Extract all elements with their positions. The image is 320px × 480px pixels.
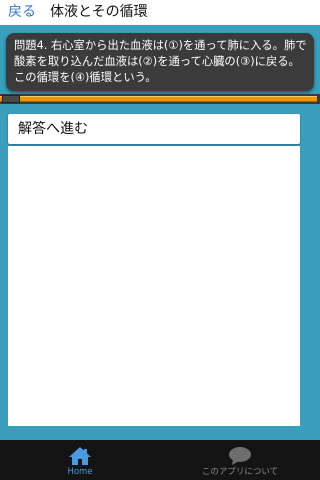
tab-about-label: このアプリについて [201, 467, 279, 477]
progress-bar [0, 94, 320, 104]
back-button[interactable]: 戻る [8, 3, 36, 21]
progress-fill [0, 96, 317, 102]
header-bar: 戻る 体液とその循環 [0, 0, 320, 25]
question-card: 問題4. 右心室から出た血液は(①)を通って肺に入る。肺で酸素を取り込んだ血液は… [6, 33, 314, 91]
page-title: 体液とその循環 [50, 4, 148, 20]
tab-home-label: Home [67, 467, 93, 477]
go-to-answer-label: 解答へ進む [18, 121, 88, 137]
home-icon [69, 447, 91, 465]
go-to-answer-button[interactable]: 解答へ進む [8, 114, 300, 144]
tab-home[interactable]: Home [0, 440, 160, 480]
content-panel [8, 146, 300, 426]
progress-knob [2, 95, 20, 103]
question-text: 問題4. 右心室から出た血液は(①)を通って肺に入る。肺で酸素を取り込んだ血液は… [14, 39, 307, 84]
tab-about[interactable]: このアプリについて [160, 440, 320, 480]
speech-bubble-icon [229, 447, 251, 465]
tab-bar: Home このアプリについて [0, 440, 320, 480]
